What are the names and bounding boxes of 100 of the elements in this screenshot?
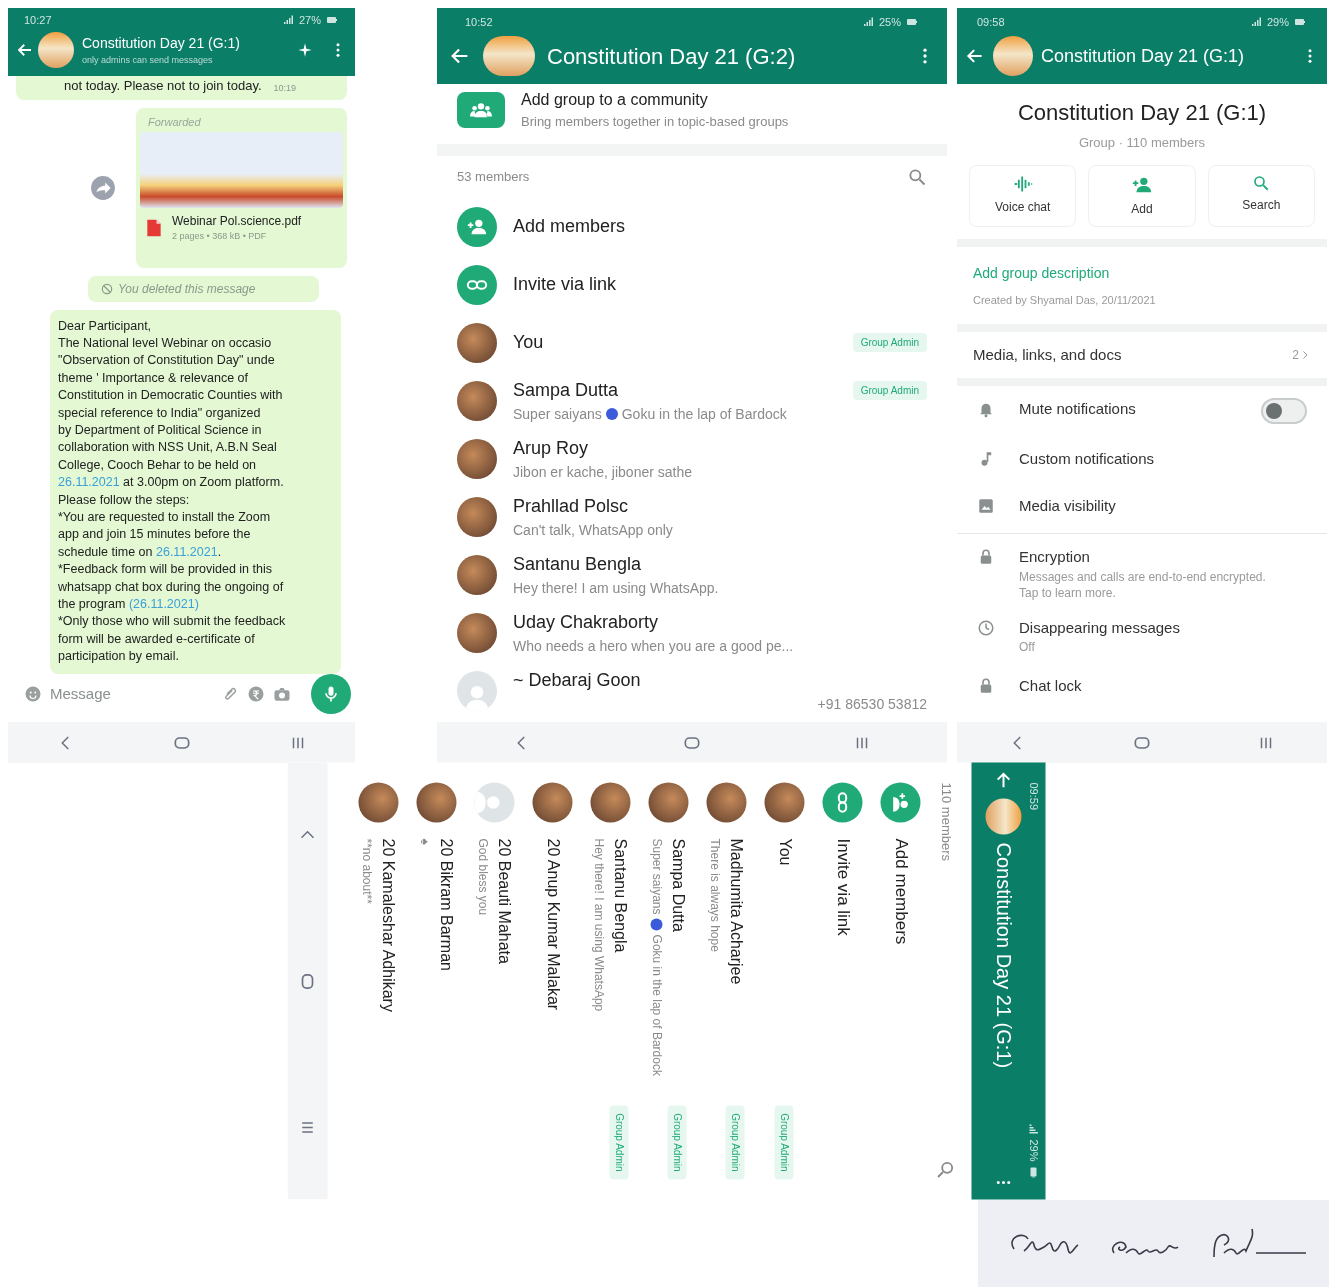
quick-action-button[interactable]: Add	[1088, 164, 1196, 227]
admin-badge: Group Admin	[610, 1105, 629, 1180]
admin-badge: Group Admin	[775, 1105, 794, 1180]
avatar-photo	[457, 438, 497, 479]
avatar-photo	[358, 782, 399, 823]
avatar-photo	[457, 380, 497, 421]
setting-detail: Messages and calls are end-to-end encrypted. Tap to learn more.	[1019, 568, 1267, 601]
file-info: 2 pages • 368 kB • PDF	[172, 230, 268, 243]
invite-icon[interactable]	[822, 782, 863, 823]
member-name[interactable]: Uday Chakraborty	[513, 608, 659, 636]
setting-item[interactable]: Chat lock	[1019, 675, 1307, 698]
chat-title[interactable]: Constitution Day 21 (G:1)	[1041, 42, 1293, 70]
member-status: Can't talk, WhatsApp only	[513, 520, 673, 540]
member-status: Hey there! I am using WhatsApp	[590, 838, 607, 1012]
battery-level: 29%	[1266, 14, 1289, 30]
group-avatar	[993, 36, 1033, 76]
search-icon	[1252, 173, 1271, 192]
mute-toggle[interactable]	[1261, 398, 1307, 424]
chat-subtitle: only admins can send messages	[82, 53, 214, 67]
media-count: 2	[1292, 347, 1299, 364]
member-name[interactable]: Madhumita Acharjee	[723, 838, 748, 985]
group-name: Constitution Day 21 (G:1)	[1017, 99, 1267, 127]
member-count: 53 members	[457, 167, 530, 186]
member-status: **no about**	[358, 838, 375, 904]
member-status: Goku in the lap of Bardock	[621, 404, 787, 424]
battery-icon	[905, 16, 919, 28]
admin-badge: Group Admin	[668, 1105, 687, 1180]
member-name[interactable]: 20 Anup Kumar Malakar	[540, 838, 565, 1011]
member-name[interactable]: 20 Bikram Barman	[433, 838, 458, 971]
avatar-photo	[706, 782, 747, 823]
setting-item[interactable]: Mute notifications	[1019, 398, 1237, 421]
member-name[interactable]: Prahllad Polsc	[513, 492, 629, 520]
invite-icon[interactable]	[457, 264, 497, 305]
avatar-photo	[648, 782, 689, 823]
member-status: Super saiyans	[648, 838, 665, 915]
circle-emoji-icon	[650, 918, 663, 931]
emoji-icon[interactable]	[24, 685, 42, 703]
group-meta: Group · 110 members	[1078, 134, 1206, 152]
battery-level: 29%	[1026, 1139, 1041, 1162]
member-name[interactable]: Santanu Bengla	[607, 838, 632, 953]
status-time: 09:58	[977, 14, 1005, 30]
add-members-link[interactable]: Add members	[887, 838, 914, 945]
member-name[interactable]: 20 Kamaleshar Adhikary	[375, 838, 400, 1012]
quick-action-button[interactable]: Search	[1207, 164, 1315, 227]
message-text: Dear Participant, The National level Webinar on occasio "Observation of Constitution Day" unde theme ' Importance & relevance of Constitution in Democratic Counties with special reference to India" organized by Department of Political Science in collaboration with NSS Unit, A.B.N Seal College, Cooch Behar to be held on 26.11.2021 at 3.00pm on Zoom platform. Please follow the steps: *You are requested to install the Zoom app and join 15 minutes before the schedule time on 26.11.2021. *Feedback form will be provided in this whatsapp chat box during the ongoing of the program (26.11.2021) *Only those who will submit the feedback form will be awarded e-certificate of participation by email.	[58, 317, 287, 666]
chat-title[interactable]: Constitution Day 21 (G:1)	[82, 32, 293, 54]
invite-link[interactable]: Invite via link	[513, 271, 617, 298]
setting-item[interactable]: Encryption	[1019, 546, 1307, 569]
setting-item[interactable]: Media visibility	[1019, 494, 1307, 517]
group-avatar	[985, 798, 1022, 835]
member-name[interactable]: Sampa Dutta	[665, 838, 690, 932]
community-subtitle: Bring members together in topic-based groups	[521, 113, 789, 131]
add-members-link[interactable]: Add members	[513, 213, 626, 240]
member-name[interactable]: You	[772, 838, 797, 866]
media-links-docs-item[interactable]: Media, links, and docs	[973, 343, 1122, 367]
rupee-icon[interactable]	[247, 685, 265, 703]
sparkle-icon[interactable]	[297, 42, 313, 58]
member-status: Goku in the lap of Bardock	[648, 934, 665, 1076]
file-name[interactable]: Webinar Pol.science.pdf	[172, 212, 302, 230]
community-icon[interactable]	[457, 91, 505, 128]
community-title[interactable]: Add group to a community	[521, 88, 789, 112]
member-count: 110 members	[937, 782, 955, 861]
add-members-icon[interactable]	[880, 782, 921, 823]
search-icon[interactable]	[935, 1159, 956, 1180]
avatar-photo	[764, 782, 805, 823]
member-status: There is always hope	[706, 838, 723, 952]
message-time: 10:19	[273, 82, 297, 95]
blocked-icon	[100, 281, 114, 296]
timer-icon	[977, 618, 995, 637]
circle-emoji-icon	[605, 408, 618, 420]
group-avatar	[483, 36, 535, 76]
avatar-photo	[457, 612, 497, 653]
back-icon[interactable]	[16, 41, 34, 59]
microphone-button[interactable]	[311, 674, 351, 714]
signal-icon	[282, 14, 295, 26]
admin-badge: Group Admin	[852, 333, 927, 352]
camera-icon[interactable]	[273, 685, 291, 703]
member-name[interactable]: You	[513, 329, 544, 356]
member-name[interactable]: Santanu Bengla	[513, 550, 642, 578]
admin-badge: Group Admin	[726, 1105, 745, 1180]
deleted-message-text: You deleted this message	[118, 280, 256, 298]
setting-item[interactable]: Disappearing messages	[1019, 616, 1307, 639]
member-status: Super saiyans	[513, 404, 602, 424]
avatar-photo	[457, 496, 497, 537]
member-name[interactable]: Sampa Dutta	[513, 376, 619, 404]
setting-detail: Off	[1019, 639, 1036, 655]
message-input[interactable]: Message	[50, 682, 213, 706]
member-name[interactable]: ~ Debaraj Goon	[513, 666, 641, 694]
forward-icon[interactable]	[90, 174, 116, 201]
avatar-photo	[416, 782, 457, 823]
quick-action-button[interactable]: Voice chat	[969, 164, 1077, 227]
chat-title[interactable]: Constitution Day 21 (G:1)	[988, 842, 1019, 1166]
setting-item[interactable]: Custom notifications	[1019, 448, 1307, 471]
search-icon[interactable]	[907, 166, 927, 187]
member-name[interactable]: Arup Roy	[513, 434, 589, 462]
message-text: not today. Please not to join today.	[64, 77, 262, 95]
add-members-icon[interactable]	[457, 206, 497, 247]
chat-title[interactable]: Constitution Day 21 (G:2)	[547, 39, 903, 73]
member-name[interactable]: 20 Beauti Mahata	[491, 838, 516, 964]
invite-link[interactable]: Invite via link	[829, 838, 856, 936]
